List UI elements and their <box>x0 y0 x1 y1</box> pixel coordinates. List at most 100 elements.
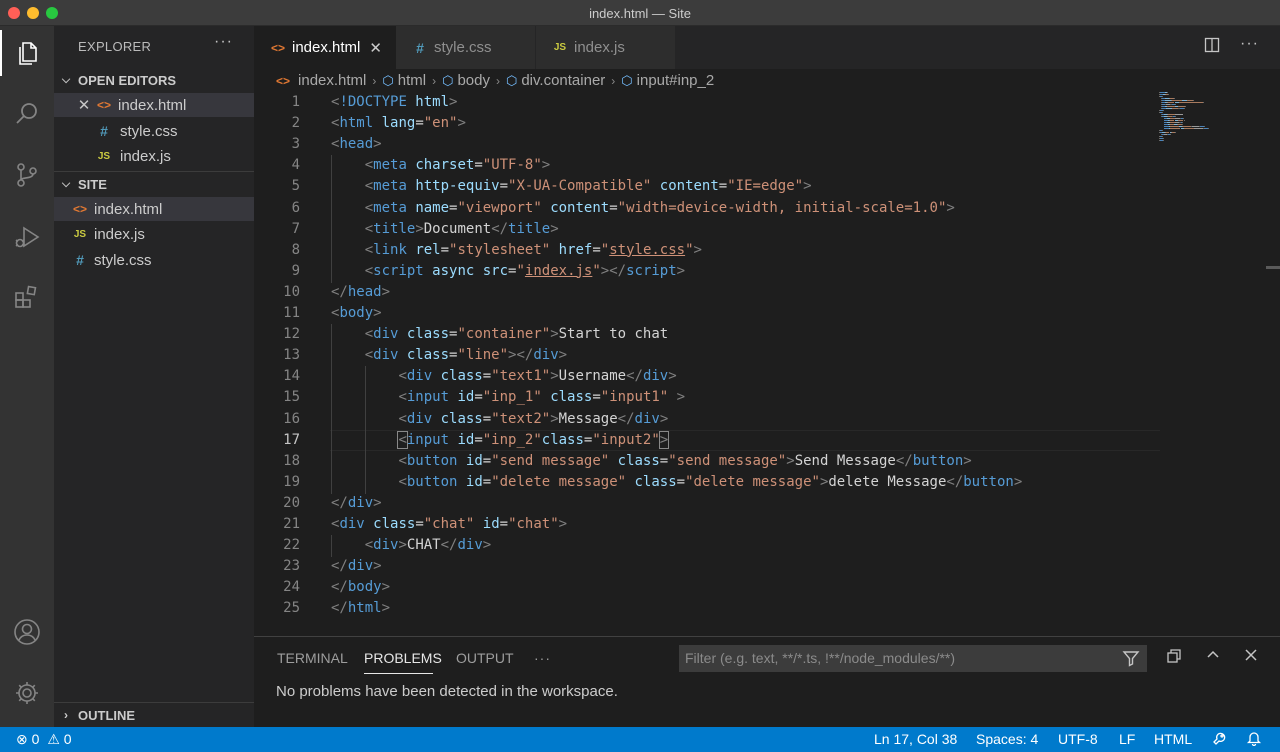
code-token: = <box>659 452 669 469</box>
folder-file-item[interactable]: JS index.js <box>54 222 254 246</box>
run-debug-activity[interactable] <box>0 214 54 260</box>
tab-index-html[interactable]: <> index.html ✕ <box>254 26 396 69</box>
code-token: "X-UA-Compatible" <box>508 178 652 195</box>
code-line[interactable]: 18 <button id="send message" class="send … <box>254 450 1280 473</box>
code-line[interactable]: 21 <div class="chat" id="chat"> <box>254 514 1280 535</box>
panel-tab-output[interactable]: OUTPUT <box>456 650 514 666</box>
code-token: content <box>550 199 610 216</box>
source-control-activity[interactable] <box>0 152 54 198</box>
code-editor[interactable]: 1 <!DOCTYPE html> 2 <html lang="en"> 3 <head>… <box>254 92 1280 636</box>
code-line[interactable]: 9 <script async src="index.js"></script> <box>254 260 1280 283</box>
problems-filter-input[interactable]: Filter (e.g. text, **/*.ts, !**/node_mod… <box>679 645 1147 672</box>
code-line[interactable]: 5 <meta http-equiv="X-UA-Compatible" cont… <box>254 176 1280 199</box>
collapse-all-icon[interactable] <box>1166 648 1182 668</box>
open-editor-item[interactable]: JS index.js <box>54 144 254 168</box>
panel-tab-problems[interactable]: PROBLEMS <box>364 650 442 666</box>
code-line[interactable]: 22 <div>CHAT</div> <box>254 535 1280 558</box>
code-token: body <box>339 305 374 321</box>
problems-status[interactable]: ⊗ 0 ⚠ 0 <box>16 731 72 748</box>
code-line[interactable]: 17 <input id="inp_2"class="input2"> <box>254 429 1280 452</box>
code-token: class <box>541 431 584 448</box>
line-number: 23 <box>283 558 300 575</box>
code-token: </ <box>626 368 643 385</box>
run-debug-icon <box>15 226 40 248</box>
explorer-more-actions-icon[interactable]: ··· <box>214 33 233 51</box>
breadcrumb-item[interactable]: body <box>457 72 490 89</box>
code-token: > <box>946 199 955 216</box>
close-icon[interactable]: ✕ <box>369 39 382 57</box>
code-line[interactable]: 8 <link rel="stylesheet" href="style.css"… <box>254 239 1280 262</box>
files-icon <box>19 42 37 65</box>
folder-header[interactable]: ⌵ SITE <box>54 173 254 195</box>
breadcrumb-item[interactable]: html <box>398 72 426 89</box>
encoding-setting[interactable]: UTF-8 <box>1058 731 1098 747</box>
code-token: = <box>676 473 686 490</box>
code-token: > <box>1013 473 1023 490</box>
language-mode[interactable]: HTML <box>1154 731 1192 747</box>
outline-header[interactable]: › OUTLINE <box>54 702 254 727</box>
indent-guide <box>331 345 332 368</box>
code-line[interactable]: 13 <div class="line"></div> <box>254 345 1280 368</box>
close-icon[interactable]: ✕ <box>74 96 94 114</box>
editor-more-actions-icon[interactable]: ··· <box>1240 35 1259 53</box>
code-line[interactable]: 23 </div> <box>254 556 1280 577</box>
folder-file-item[interactable]: # style.css <box>54 248 254 272</box>
panel-more-icon[interactable]: ··· <box>534 650 551 666</box>
code-line[interactable]: 4 <meta charset="UTF-8"> <box>254 155 1280 178</box>
open-editor-item[interactable]: ✕ <> index.html <box>54 93 254 117</box>
code-line[interactable]: 7 <title>Document</title> <box>254 218 1280 241</box>
open-editors-header[interactable]: ⌵ OPEN EDITORS <box>54 69 254 91</box>
maximize-panel-icon[interactable] <box>1205 647 1221 667</box>
code-line[interactable]: 14 <div class="text1">Username</div> <box>254 366 1280 389</box>
code-token: src <box>482 262 509 279</box>
code-token: = <box>499 178 509 195</box>
eol-setting[interactable]: LF <box>1119 731 1135 747</box>
code-line[interactable]: 25 </html> <box>254 598 1280 619</box>
code-line[interactable]: 20 </div> <box>254 493 1280 514</box>
code-token: div <box>634 410 660 427</box>
cursor-position[interactable]: Ln 17, Col 38 <box>874 731 957 747</box>
code-token: > <box>373 136 382 153</box>
code-line[interactable]: 15 <input id="inp_1" class="input1" > <box>254 387 1280 410</box>
explorer-activity[interactable] <box>0 30 54 76</box>
code-line[interactable]: 16 <div class="text2">Message</div> <box>254 408 1280 431</box>
code-line[interactable]: 10 </head> <box>254 282 1280 303</box>
code-line[interactable]: 24 </body> <box>254 577 1280 598</box>
notifications-bell-icon[interactable] <box>1246 730 1262 749</box>
code-line[interactable]: 19 <button id="delete message" class="del… <box>254 471 1280 494</box>
line-number: 16 <box>283 410 300 427</box>
indentation-setting[interactable]: Spaces: 4 <box>976 731 1038 747</box>
manage-activity[interactable] <box>0 670 54 716</box>
tab-index-js[interactable]: JS index.js <box>536 26 676 69</box>
code-token: > <box>550 410 559 427</box>
breadcrumb-item[interactable]: input#inp_2 <box>637 72 715 89</box>
code-text: <button id="delete message" class="delet… <box>398 472 1022 493</box>
code-token: </ <box>331 600 348 617</box>
breadcrumb-item[interactable]: index.html <box>298 72 366 89</box>
tab-style-css[interactable]: # style.css <box>396 26 536 69</box>
search-activity[interactable] <box>0 91 54 137</box>
code-line[interactable]: 11 <body> <box>254 303 1280 324</box>
folder-file-item[interactable]: <> index.html <box>54 197 254 221</box>
code-token: = <box>474 389 483 406</box>
code-line[interactable]: 12 <div class="container">Start to chat <box>254 324 1280 347</box>
feedback-icon[interactable] <box>1212 730 1228 749</box>
open-editor-item[interactable]: # style.css <box>54 119 254 143</box>
code-token: class <box>617 452 660 469</box>
code-line[interactable]: 2 <html lang="en"> <box>254 113 1280 134</box>
split-editor-icon[interactable] <box>1204 37 1220 58</box>
filter-icon[interactable] <box>1121 648 1141 668</box>
extensions-activity[interactable] <box>0 275 54 321</box>
breadcrumb-item[interactable]: div.container <box>521 72 605 89</box>
panel-tab-terminal[interactable]: TERMINAL <box>277 650 348 666</box>
code-token: "container" <box>457 326 551 343</box>
code-token: = <box>474 431 483 448</box>
accounts-activity[interactable] <box>0 609 54 655</box>
code-line[interactable]: 6 <meta name="viewport" content="width=de… <box>254 197 1280 220</box>
close-panel-icon[interactable] <box>1243 647 1259 667</box>
code-line[interactable]: 3 <head> <box>254 134 1280 155</box>
code-token: "width=device-width, initial-scale=1.0" <box>617 199 947 216</box>
code-line[interactable]: 1 <!DOCTYPE html> <box>254 92 1280 113</box>
code-text: <script async src="index.js"></script> <box>365 261 685 282</box>
